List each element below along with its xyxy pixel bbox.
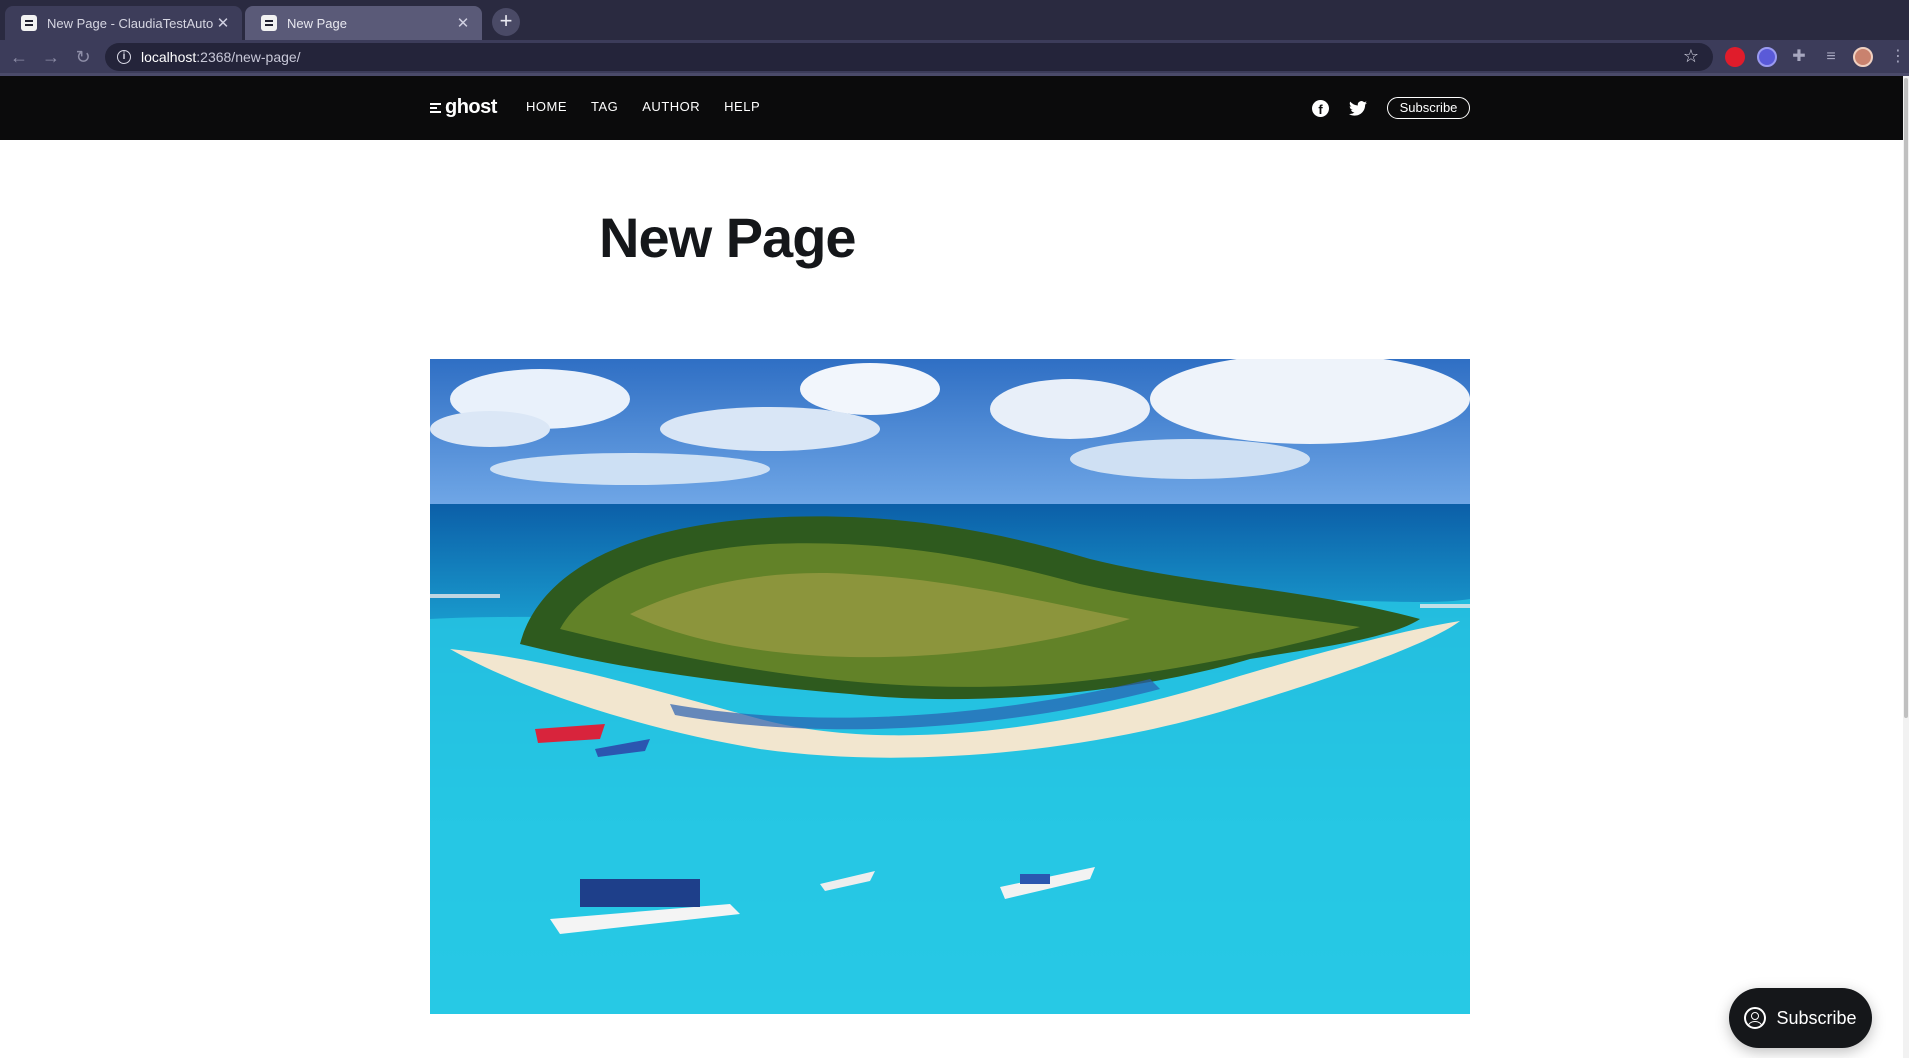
site-logo[interactable]: ghost bbox=[430, 96, 497, 119]
address-bar[interactable]: i localhost:2368/new-page/ ☆ bbox=[105, 43, 1713, 71]
back-arrow-icon[interactable]: ← bbox=[8, 46, 30, 68]
browser-tab-1[interactable]: New Page - ClaudiaTestAutoma ✕ bbox=[5, 6, 242, 40]
nav-help[interactable]: HELP bbox=[724, 99, 760, 114]
bookmark-star-icon[interactable]: ☆ bbox=[1683, 46, 1699, 67]
forward-arrow-icon[interactable]: → bbox=[40, 46, 62, 68]
feature-image bbox=[430, 359, 1470, 1014]
site-nav: HOME TAG AUTHOR HELP bbox=[526, 99, 760, 114]
site-header: ghost HOME TAG AUTHOR HELP f Subscribe bbox=[0, 76, 1903, 140]
browser-tab-2[interactable]: New Page ✕ bbox=[245, 6, 482, 40]
scrollbar-thumb[interactable] bbox=[1904, 78, 1908, 718]
facebook-icon[interactable]: f bbox=[1312, 100, 1329, 117]
portal-subscribe-label: Subscribe bbox=[1776, 1007, 1857, 1028]
header-subscribe-button[interactable]: Subscribe bbox=[1387, 97, 1470, 119]
nav-author[interactable]: AUTHOR bbox=[642, 99, 700, 114]
extension-red-icon[interactable] bbox=[1725, 47, 1745, 67]
user-icon bbox=[1744, 1007, 1767, 1029]
close-icon[interactable]: ✕ bbox=[214, 14, 232, 32]
extensions-puzzle-icon[interactable]: ✚ bbox=[1789, 47, 1809, 67]
extension-check-icon[interactable] bbox=[1757, 47, 1777, 67]
reload-icon[interactable]: ↻ bbox=[72, 46, 94, 68]
page-title: New Page bbox=[599, 206, 857, 269]
new-tab-button[interactable]: + bbox=[492, 8, 520, 36]
ghost-favicon-icon bbox=[21, 15, 37, 31]
browser-menu-icon[interactable]: ⋮ bbox=[1890, 46, 1906, 68]
info-icon[interactable]: i bbox=[117, 50, 131, 64]
portal-subscribe-button[interactable]: Subscribe bbox=[1729, 988, 1872, 1048]
nav-tag[interactable]: TAG bbox=[591, 99, 618, 114]
close-icon[interactable]: ✕ bbox=[454, 14, 472, 32]
tab-title: New Page bbox=[287, 15, 347, 31]
ghost-logo-icon bbox=[430, 102, 441, 114]
nav-home[interactable]: HOME bbox=[526, 99, 567, 114]
url-text[interactable]: localhost:2368/new-page/ bbox=[141, 49, 301, 65]
reading-list-icon[interactable]: ≡ bbox=[1821, 47, 1841, 67]
tropical-island-photo bbox=[430, 359, 1470, 1014]
twitter-icon[interactable] bbox=[1349, 100, 1367, 117]
tab-title: New Page - ClaudiaTestAutoma bbox=[47, 15, 214, 31]
ghost-favicon-icon bbox=[261, 15, 277, 31]
profile-avatar[interactable] bbox=[1853, 47, 1873, 67]
